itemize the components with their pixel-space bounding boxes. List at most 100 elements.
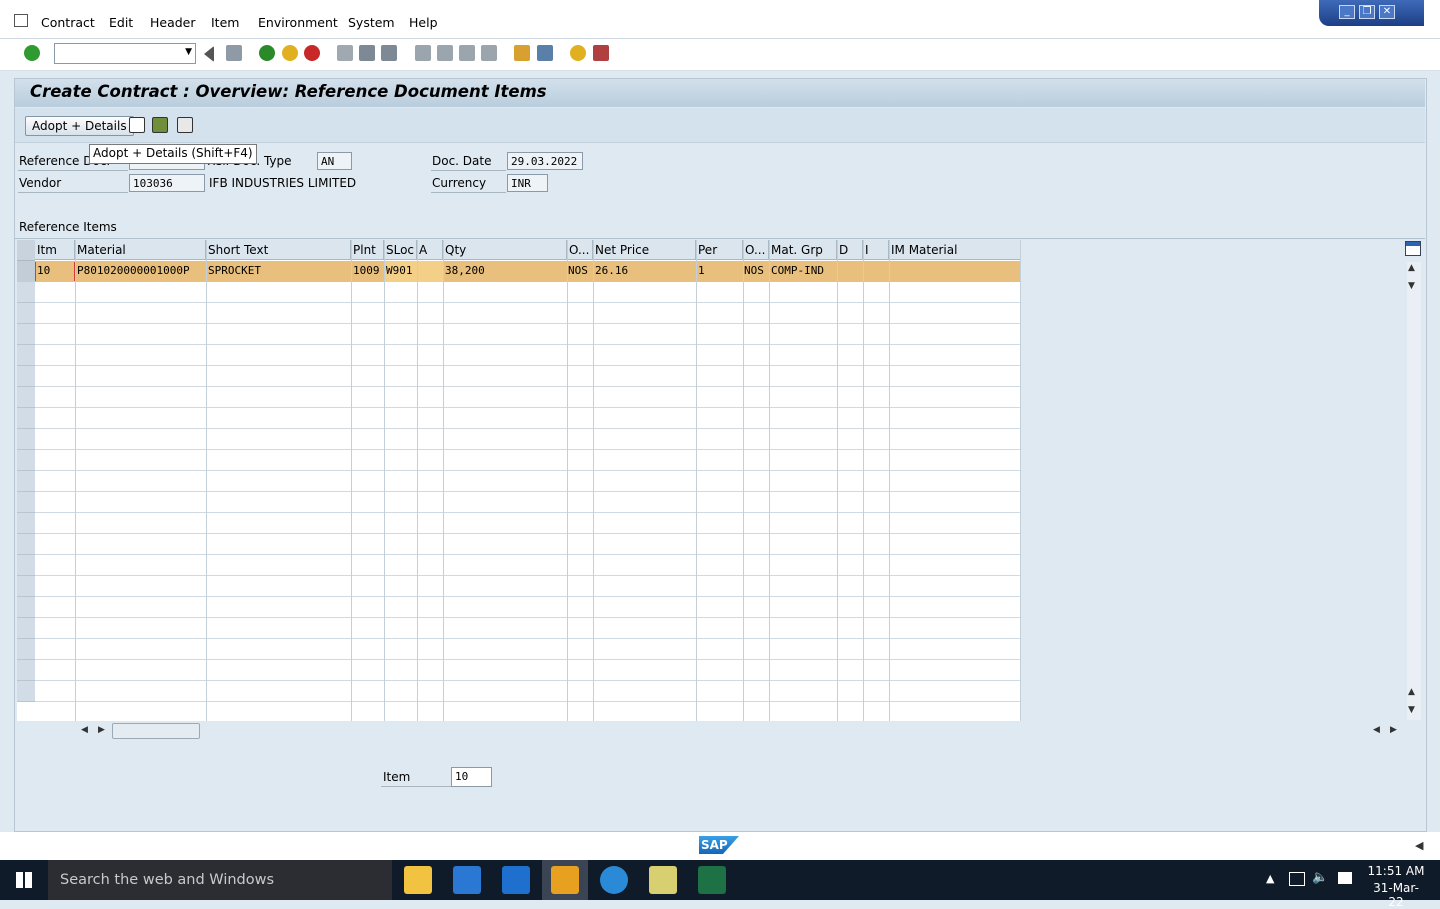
col-header-material[interactable]: Material: [75, 240, 206, 260]
cell-plnt[interactable]: 1009: [353, 263, 380, 279]
customize-icon[interactable]: [593, 45, 609, 61]
vendor-field[interactable]: 103036: [129, 174, 205, 192]
menu-help[interactable]: Help: [409, 15, 438, 30]
adopt-details-button[interactable]: Adopt + Details: [25, 116, 134, 136]
cell-qty[interactable]: 38,200: [445, 263, 485, 279]
minimize-icon[interactable]: _: [1339, 5, 1355, 19]
scroll-page-up-icon[interactable]: ▲: [1408, 687, 1415, 697]
network-icon[interactable]: [1289, 872, 1305, 886]
table-row-empty[interactable]: [35, 429, 1021, 450]
table-row-empty[interactable]: [35, 366, 1021, 387]
copy-icon[interactable]: [129, 117, 145, 133]
row-selector[interactable]: [17, 681, 35, 702]
table-row-empty[interactable]: [35, 597, 1021, 618]
row-selector[interactable]: [17, 618, 35, 639]
close-icon[interactable]: ✕: [1379, 5, 1395, 19]
table-row-empty[interactable]: [35, 639, 1021, 660]
col-header-d[interactable]: D: [837, 240, 863, 260]
scroll-up-icon[interactable]: ▲: [1408, 263, 1415, 273]
cell-itm[interactable]: 10: [37, 263, 50, 279]
table-row-empty[interactable]: [35, 492, 1021, 513]
col-header-order-price-unit[interactable]: O...: [743, 240, 769, 260]
col-header-qty[interactable]: Qty: [443, 240, 567, 260]
status-toggle-icon[interactable]: ◀: [1415, 839, 1423, 852]
row-selector[interactable]: [17, 660, 35, 681]
print-icon[interactable]: [337, 45, 353, 61]
restore-icon[interactable]: ❐: [1359, 5, 1375, 19]
row-selector[interactable]: [17, 513, 35, 534]
row-selector[interactable]: [17, 597, 35, 618]
scroll-left-icon-2[interactable]: ◀: [1373, 725, 1380, 735]
windows-start-icon[interactable]: [16, 872, 32, 888]
vertical-scrollbar[interactable]: [1407, 262, 1421, 720]
cell-short-text[interactable]: SPROCKET: [208, 263, 261, 279]
table-row-empty[interactable]: [35, 660, 1021, 681]
row-selector[interactable]: [17, 450, 35, 471]
row-selector[interactable]: [17, 261, 35, 283]
col-header-order-unit[interactable]: O...: [567, 240, 593, 260]
green-back-icon[interactable]: [259, 45, 275, 61]
table-row-empty[interactable]: [35, 450, 1021, 471]
chevron-down-icon[interactable]: ▼: [185, 47, 192, 57]
item-field[interactable]: 10: [451, 767, 492, 787]
table-row-empty[interactable]: [35, 303, 1021, 324]
cell-per[interactable]: 1: [698, 263, 705, 279]
checkmark-icon[interactable]: [24, 45, 40, 61]
row-selector[interactable]: [17, 492, 35, 513]
find-next-icon[interactable]: [381, 45, 397, 61]
help-icon[interactable]: [570, 45, 586, 61]
col-header-per[interactable]: Per: [696, 240, 743, 260]
volume-icon[interactable]: 🔈: [1312, 870, 1328, 885]
next-page-icon[interactable]: [459, 45, 475, 61]
row-selector[interactable]: [17, 534, 35, 555]
col-header-mat-grp[interactable]: Mat. Grp: [769, 240, 837, 260]
shortcut-icon[interactable]: [537, 45, 553, 61]
scroll-left-icon[interactable]: ◀: [81, 725, 88, 735]
notification-icon[interactable]: [1338, 872, 1352, 884]
table-settings-icon[interactable]: [1405, 241, 1421, 256]
table-row-empty[interactable]: [35, 387, 1021, 408]
menu-icon[interactable]: [14, 14, 28, 27]
menu-environment[interactable]: Environment: [258, 15, 338, 30]
find-icon[interactable]: [359, 45, 375, 61]
col-header-net-price[interactable]: Net Price: [593, 240, 696, 260]
table-row-empty[interactable]: [35, 555, 1021, 576]
details-icon[interactable]: [177, 117, 193, 133]
cell-net-price[interactable]: 26.16: [595, 263, 628, 279]
row-selector[interactable]: [17, 366, 35, 387]
menu-system[interactable]: System: [348, 15, 395, 30]
file-explorer-icon[interactable]: [404, 866, 432, 894]
table-row-empty[interactable]: [35, 282, 1021, 303]
row-selector[interactable]: [17, 282, 35, 303]
table-row-empty[interactable]: [35, 471, 1021, 492]
menu-edit[interactable]: Edit: [109, 15, 133, 30]
row-selector[interactable]: [17, 387, 35, 408]
col-header-a[interactable]: A: [417, 240, 443, 260]
table-row-empty[interactable]: [35, 618, 1021, 639]
row-selector[interactable]: [17, 639, 35, 660]
sap-logon-icon[interactable]: [551, 866, 579, 894]
row-selector[interactable]: [17, 324, 35, 345]
outlook-icon[interactable]: [502, 866, 530, 894]
prev-page-icon[interactable]: [437, 45, 453, 61]
scroll-page-down-icon[interactable]: ▼: [1408, 705, 1415, 715]
menu-header[interactable]: Header: [150, 15, 196, 30]
scroll-right-icon-2[interactable]: ▶: [1390, 725, 1397, 735]
table-row-empty[interactable]: [35, 408, 1021, 429]
select-all-icon[interactable]: [152, 117, 168, 133]
cell-material[interactable]: P801020000001000P: [77, 263, 190, 279]
menu-item[interactable]: Item: [211, 15, 239, 30]
folder-icon[interactable]: [649, 866, 677, 894]
row-selector[interactable]: [17, 471, 35, 492]
clock-time[interactable]: 11:51 AM: [1366, 864, 1426, 878]
last-page-icon[interactable]: [481, 45, 497, 61]
row-selector[interactable]: [17, 303, 35, 324]
col-header-sloc[interactable]: SLoc: [384, 240, 417, 260]
row-selector[interactable]: [17, 576, 35, 597]
taskbar-search[interactable]: Search the web and Windows: [48, 860, 392, 900]
clock-date[interactable]: 31-Mar-22: [1366, 881, 1426, 909]
table-row-empty[interactable]: [35, 576, 1021, 597]
cancel-icon[interactable]: [304, 45, 320, 61]
excel-icon[interactable]: [698, 866, 726, 894]
layout-icon[interactable]: [514, 45, 530, 61]
